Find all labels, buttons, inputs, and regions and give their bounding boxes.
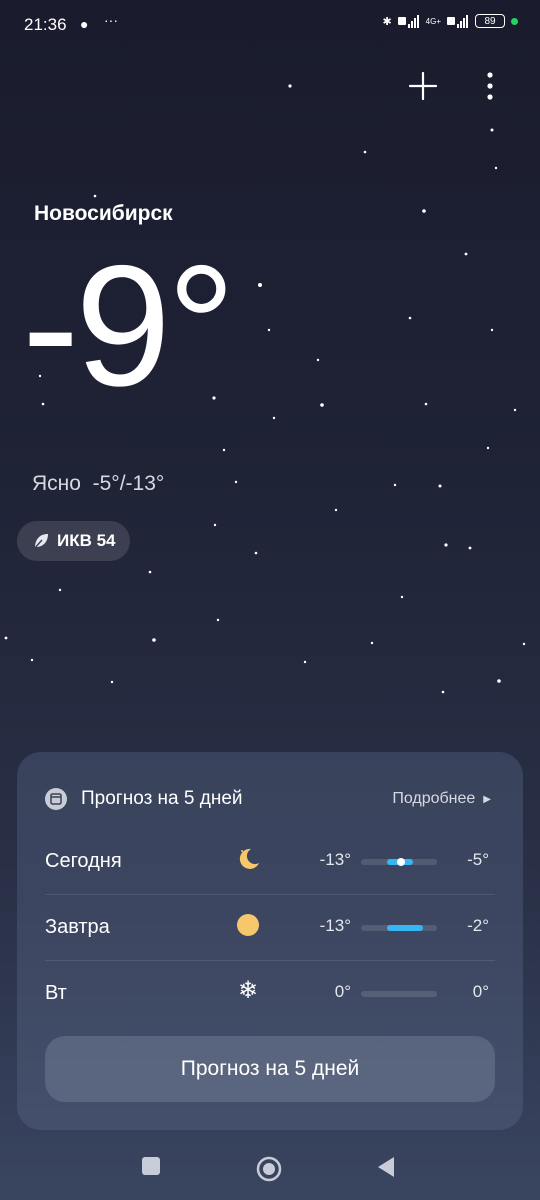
privacy-indicator-dot bbox=[511, 17, 518, 25]
add-city-button[interactable] bbox=[403, 66, 443, 106]
temp-range-bar bbox=[361, 858, 437, 866]
more-details-label: Подробнее bbox=[392, 790, 476, 807]
forecast-row-today[interactable]: Сегодня -13° -5° bbox=[45, 828, 495, 895]
current-temp-marker bbox=[397, 858, 405, 866]
leaf-icon bbox=[33, 534, 48, 550]
condition-text: Ясно bbox=[32, 472, 81, 495]
snowflake-icon: ❄ bbox=[237, 977, 259, 1004]
navigation-bar bbox=[0, 1140, 540, 1200]
moon-icon bbox=[239, 848, 259, 869]
signal-icon-2 bbox=[447, 15, 468, 28]
calendar-icon bbox=[45, 788, 67, 810]
city-name: Новосибирск bbox=[34, 202, 173, 225]
more-details-link[interactable]: Подробнее ▶ bbox=[392, 790, 491, 808]
aqi-badge[interactable]: ИКВ 54 bbox=[17, 521, 130, 561]
temp-min: -13° bbox=[319, 916, 351, 935]
forecast-title: Прогноз на 5 дней bbox=[81, 788, 243, 809]
more-notifications-icon: ··· bbox=[104, 12, 118, 28]
network-type: 4G+ bbox=[425, 16, 441, 26]
notification-icon: ● bbox=[80, 16, 89, 32]
day-name: Сегодня bbox=[45, 850, 122, 872]
status-bar: 21:36 ● ··· ✱ 4G+ 89 bbox=[0, 0, 540, 50]
forecast-header: Прогноз на 5 дней bbox=[45, 788, 243, 810]
temp-max: 0° bbox=[472, 982, 489, 1001]
recents-button[interactable] bbox=[141, 1156, 161, 1176]
battery-icon: 89 bbox=[475, 14, 505, 28]
temperature-range: -5°/-13° bbox=[92, 472, 165, 495]
day-name: Вт bbox=[45, 982, 67, 1004]
temp-max: -2° bbox=[467, 916, 489, 935]
current-condition: Ясно -5°/-13° bbox=[32, 472, 164, 496]
temp-range-fill bbox=[387, 925, 423, 931]
day-name: Завтра bbox=[45, 916, 110, 938]
temp-range-bar bbox=[361, 925, 437, 931]
signal-icon bbox=[397, 15, 419, 28]
forecast-row-tuesday[interactable]: Вт ❄ 0° 0° bbox=[45, 960, 495, 1026]
sun-icon bbox=[237, 914, 259, 936]
back-button[interactable] bbox=[376, 1156, 396, 1178]
status-time: 21:36 bbox=[24, 15, 67, 34]
home-button[interactable] bbox=[256, 1156, 282, 1182]
forecast-card: Прогноз на 5 дней Подробнее ▶ Сегодня -1… bbox=[17, 752, 523, 1130]
temp-min: 0° bbox=[334, 982, 351, 1001]
chevron-right-icon: ▶ bbox=[483, 793, 491, 805]
aqi-label: ИКВ 54 bbox=[57, 531, 116, 550]
temp-range-bar bbox=[361, 991, 437, 997]
forecast-row-tomorrow[interactable]: Завтра -13° -2° bbox=[45, 894, 495, 961]
current-temperature: -9° bbox=[22, 230, 236, 422]
bluetooth-icon: ✱ bbox=[382, 15, 392, 28]
temp-min: -13° bbox=[319, 850, 351, 869]
five-day-forecast-button[interactable]: Прогноз на 5 дней bbox=[45, 1036, 495, 1102]
more-options-button[interactable] bbox=[470, 66, 510, 106]
temp-max: -5° bbox=[467, 850, 489, 869]
